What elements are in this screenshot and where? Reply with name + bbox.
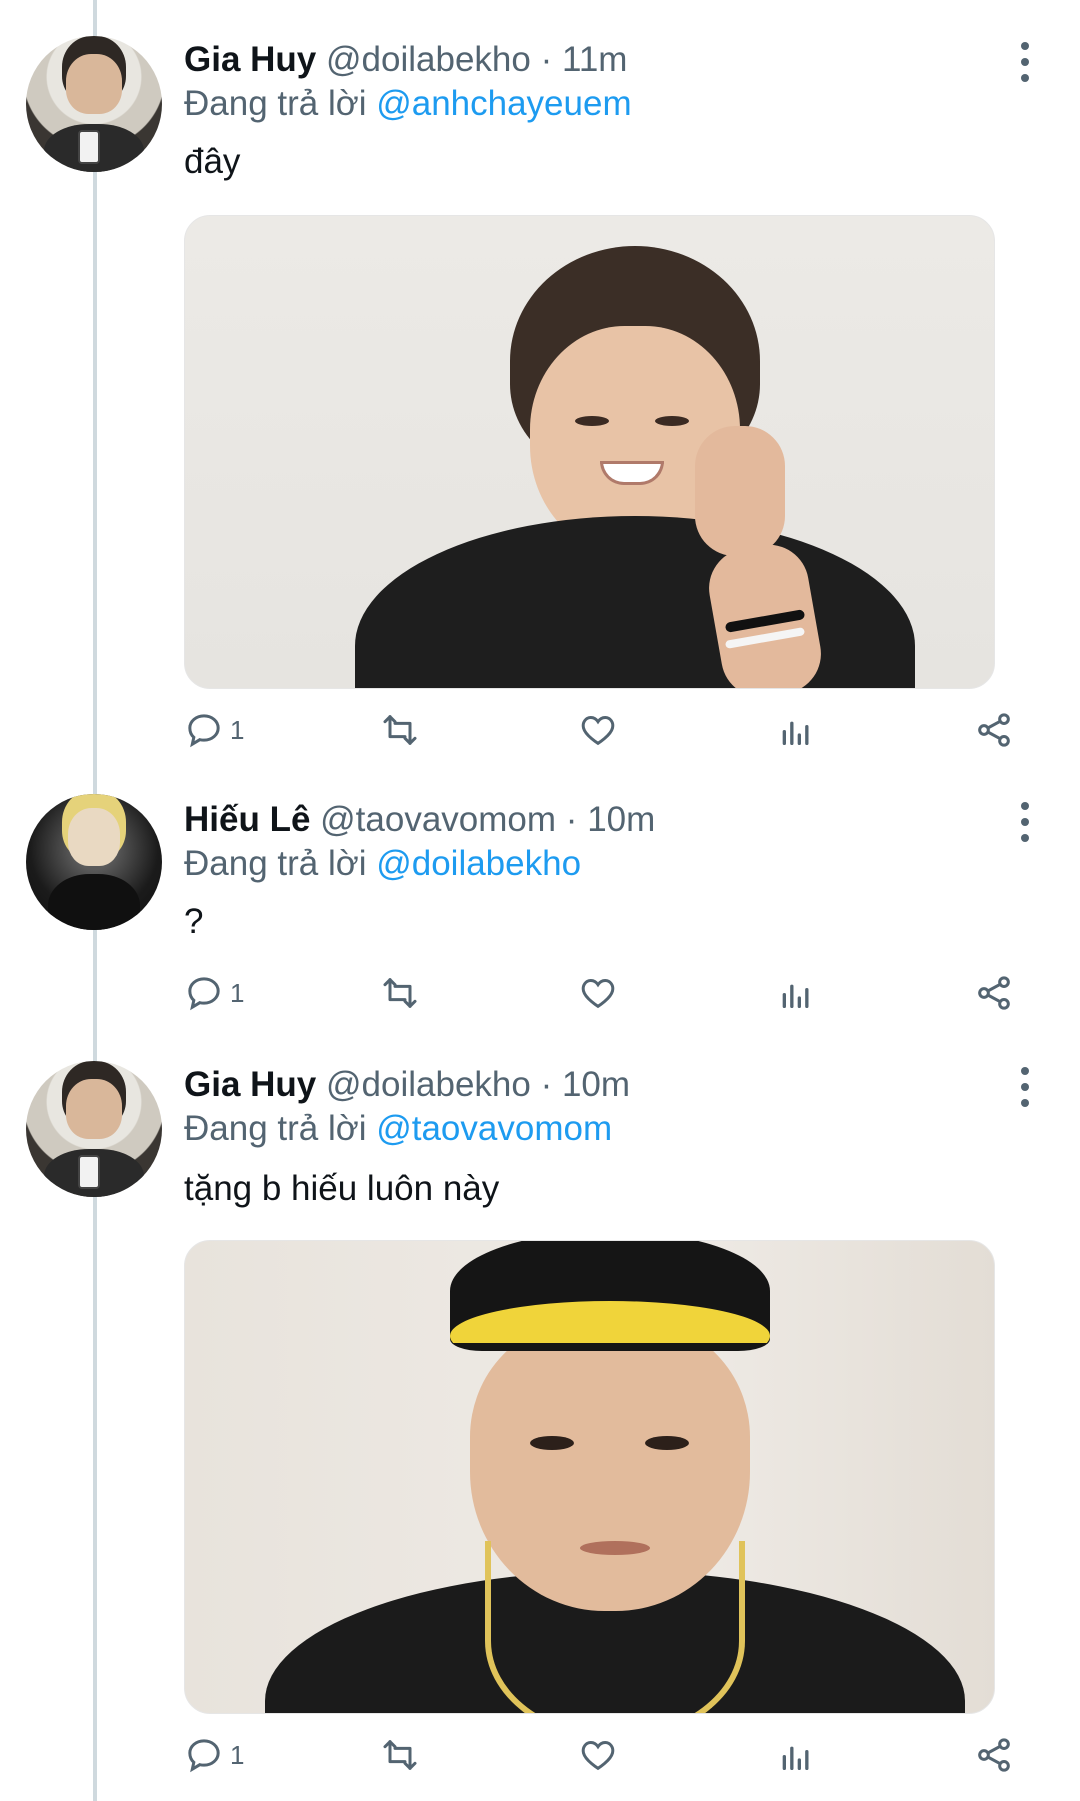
more-icon[interactable] [1010, 802, 1040, 842]
reply-icon [188, 977, 220, 1011]
like-icon [581, 715, 615, 746]
reply-count: 1 [230, 714, 245, 745]
share-icon [978, 1738, 1010, 1772]
tweet-text: tặng b hiếu luôn này [184, 1169, 500, 1208]
tweet[interactable]: Gia Huy @doilabekho · 11m Đang trả lời @… [0, 0, 1080, 760]
separator: · [540, 1065, 553, 1104]
like-button[interactable] [578, 708, 618, 752]
reply-mention[interactable]: @taovavomom [376, 1109, 612, 1148]
share-icon [978, 713, 1010, 747]
reply-button[interactable]: 1 [184, 1733, 244, 1777]
user-handle[interactable]: @doilabekho [326, 1065, 531, 1104]
separator: · [540, 40, 553, 79]
like-icon [581, 1740, 615, 1771]
timestamp[interactable]: 11m [562, 40, 628, 79]
retweet-button[interactable] [380, 1733, 420, 1777]
views-icon [782, 984, 809, 1008]
reply-mention[interactable]: @doilabekho [376, 844, 581, 883]
display-name[interactable]: Hiếu Lê [184, 800, 310, 839]
reply-prefix: Đang trả lời [184, 84, 377, 123]
avatar[interactable] [26, 1061, 162, 1197]
avatar-phone [78, 130, 100, 164]
tweet-actions: 1 [184, 971, 1014, 1015]
tweet-text: đây [184, 142, 241, 181]
reply-prefix: Đang trả lời [184, 1109, 377, 1148]
retweet-button[interactable] [380, 708, 420, 752]
tweet-header: Gia Huy @doilabekho · 11m [184, 38, 627, 82]
tweet-actions: 1 [184, 708, 1014, 752]
like-button[interactable] [578, 971, 618, 1015]
display-name[interactable]: Gia Huy [184, 40, 316, 79]
views-button[interactable] [776, 971, 816, 1015]
retweet-icon [383, 978, 417, 1008]
timestamp[interactable]: 10m [587, 800, 655, 839]
user-handle[interactable]: @taovavomom [320, 800, 556, 839]
reply-button[interactable]: 1 [184, 708, 244, 752]
like-icon [581, 978, 615, 1009]
tweet-photo[interactable] [184, 215, 995, 689]
tweet[interactable]: Hiếu Lê @taovavomom · 10m Đang trả lời @… [0, 760, 1080, 1040]
views-button[interactable] [776, 708, 816, 752]
reply-button[interactable]: 1 [184, 971, 244, 1015]
reply-context: Đang trả lời @anhchayeuem [184, 82, 632, 126]
retweet-button[interactable] [380, 971, 420, 1015]
reply-mention[interactable]: @anhchayeuem [376, 84, 631, 123]
share-button[interactable] [974, 708, 1014, 752]
reply-count: 1 [230, 1739, 245, 1770]
tweet[interactable]: Gia Huy @doilabekho · 10m Đang trả lời @… [0, 1025, 1080, 1801]
views-button[interactable] [776, 1733, 816, 1777]
reply-count: 1 [230, 977, 245, 1008]
retweet-icon [383, 1740, 417, 1770]
reply-prefix: Đang trả lời [184, 844, 377, 883]
reply-icon [188, 714, 220, 748]
avatar[interactable] [26, 794, 162, 930]
views-icon [782, 1746, 809, 1770]
timestamp[interactable]: 10m [562, 1065, 630, 1104]
retweet-icon [383, 715, 417, 745]
avatar-phone [78, 1155, 100, 1189]
more-icon[interactable] [1010, 1067, 1040, 1107]
reply-icon [188, 1739, 220, 1773]
avatar[interactable] [26, 36, 162, 172]
like-button[interactable] [578, 1733, 618, 1777]
reply-context: Đang trả lời @doilabekho [184, 842, 581, 886]
reply-context: Đang trả lời @taovavomom [184, 1107, 612, 1151]
separator: · [565, 800, 578, 839]
tweet-header: Gia Huy @doilabekho · 10m [184, 1063, 630, 1107]
user-handle[interactable]: @doilabekho [326, 40, 531, 79]
share-button[interactable] [974, 971, 1014, 1015]
views-icon [782, 721, 809, 745]
more-icon[interactable] [1010, 42, 1040, 82]
share-button[interactable] [974, 1733, 1014, 1777]
display-name[interactable]: Gia Huy [184, 1065, 316, 1104]
tweet-text: ? [184, 902, 204, 941]
tweet-header: Hiếu Lê @taovavomom · 10m [184, 798, 655, 842]
tweet-photo[interactable] [184, 1240, 995, 1714]
tweet-actions: 1 [184, 1733, 1014, 1777]
share-icon [978, 976, 1010, 1010]
